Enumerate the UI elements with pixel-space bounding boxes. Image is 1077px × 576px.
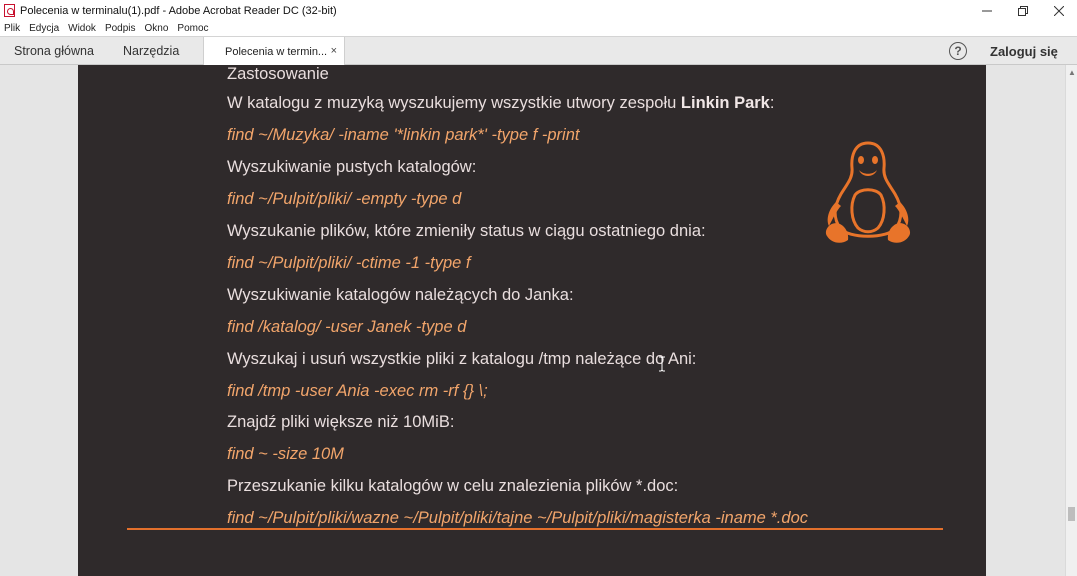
tab-home[interactable]: Strona główna (14, 37, 94, 65)
page-line-command: find ~/Muzyka/ -iname '*linkin park*' -t… (227, 126, 580, 144)
restore-button[interactable] (1005, 0, 1041, 21)
menu-plik[interactable]: Plik (4, 23, 20, 34)
menu-podpis[interactable]: Podpis (105, 23, 136, 34)
minimize-button[interactable] (969, 0, 1005, 21)
page-line-command: find /tmp -user Ania -exec rm -rf {} \; (227, 382, 488, 400)
page-line-command: find ~/Pulpit/pliki/ -empty -type d (227, 190, 462, 208)
text-cursor-icon (659, 356, 665, 372)
page-line-text: Wyszukiwanie katalogów należących do Jan… (227, 286, 574, 304)
document-area: Zastosowanie W katalogu z muzyką wyszuku… (0, 65, 1065, 576)
minimize-icon (982, 10, 992, 11)
tab-tools[interactable]: Narzędzia (123, 37, 179, 65)
vertical-scrollbar[interactable]: ▲ (1065, 65, 1077, 576)
page-line-text: Wyszukiwanie pustych katalogów: (227, 158, 477, 176)
band-name: Linkin Park (680, 94, 770, 112)
acrobat-icon (4, 4, 15, 17)
title-bar: Polecenia w terminalu(1).pdf - Adobe Acr… (0, 0, 1077, 21)
close-icon (1054, 5, 1064, 16)
pdf-page: Zastosowanie W katalogu z muzyką wyszuku… (78, 65, 986, 576)
menu-edycja[interactable]: Edycja (29, 23, 59, 34)
line-text-before: W katalogu z muzyką wyszukujemy wszystki… (227, 94, 681, 112)
tab-document-label: Polecenia w termin... (225, 45, 328, 58)
page-line-command: find ~/Pulpit/pliki/wazne ~/Pulpit/pliki… (227, 509, 808, 527)
page-line-text: Wyszukanie plików, które zmieniły status… (227, 222, 706, 240)
menu-okno[interactable]: Okno (145, 23, 169, 34)
scroll-up-arrow-icon[interactable]: ▲ (1068, 68, 1076, 77)
page-line-command: find ~ -size 10M (227, 445, 344, 463)
tux-penguin-icon (825, 141, 911, 243)
scroll-thumb[interactable] (1068, 507, 1075, 521)
restore-icon (1018, 5, 1028, 16)
menu-bar: Plik Edycja Widok Podpis Okno Pomoc (0, 21, 1077, 36)
close-button[interactable] (1041, 0, 1077, 21)
page-line-text: Przeszukanie kilku katalogów w celu znal… (227, 477, 679, 495)
login-button[interactable]: Zaloguj się (990, 44, 1058, 59)
tab-bar: Strona główna Narzędzia Polecenia w term… (0, 36, 1077, 66)
window-controls (969, 0, 1077, 21)
menu-pomoc[interactable]: Pomoc (177, 23, 208, 34)
tab-document[interactable]: Polecenia w termin... × (203, 37, 345, 66)
help-icon[interactable]: ? (949, 42, 967, 60)
page-line-command: find /katalog/ -user Janek -type d (227, 318, 467, 336)
tab-close-icon[interactable]: × (331, 45, 337, 57)
page-line-command: find ~/Pulpit/pliki/ -ctime -1 -type f (227, 254, 471, 272)
page-line-text: Znajdź pliki większe niż 10MiB: (227, 413, 455, 431)
page-heading: Zastosowanie (227, 65, 329, 83)
menu-widok[interactable]: Widok (68, 23, 96, 34)
page-line-text: Wyszukaj i usuń wszystkie pliki z katalo… (227, 350, 697, 368)
page-line-text: W katalogu z muzyką wyszukujemy wszystki… (227, 94, 774, 113)
line-text-after: : (769, 94, 775, 112)
divider-rule (127, 528, 943, 530)
window-title: Polecenia w terminalu(1).pdf - Adobe Acr… (20, 4, 337, 17)
